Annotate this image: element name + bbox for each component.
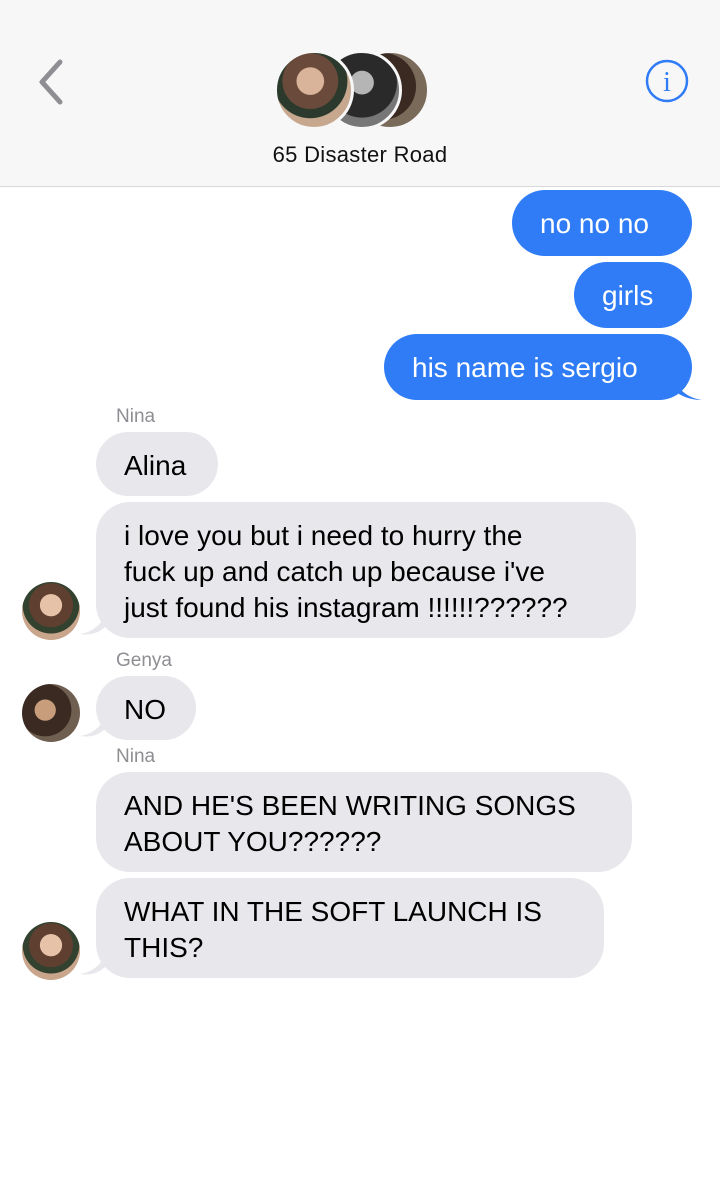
avatar[interactable] [22, 922, 80, 980]
info-button[interactable]: i [644, 58, 690, 104]
incoming-message[interactable]: Alina [96, 432, 218, 496]
back-button[interactable] [30, 56, 74, 108]
sender-name: Genya [116, 650, 172, 671]
avatar[interactable] [22, 684, 80, 742]
chevron-left-icon [39, 59, 63, 105]
conversation-title[interactable]: 65 Disaster Road [0, 142, 720, 168]
incoming-message[interactable]: i love you but i need to hurry the fuck … [96, 502, 636, 638]
sender-name: Nina [116, 406, 156, 427]
outgoing-message[interactable]: girls [574, 262, 692, 328]
incoming-message[interactable]: NO [96, 676, 196, 740]
incoming-bubble-tail [80, 614, 106, 635]
incoming-bubble-tail [80, 716, 106, 737]
avatar[interactable] [22, 582, 80, 640]
info-icon: i [645, 59, 689, 103]
group-avatar-1 [274, 50, 354, 130]
outgoing-message[interactable]: no no no [512, 190, 692, 256]
incoming-bubble-tail [80, 954, 106, 975]
sender-name: Nina [116, 746, 156, 767]
group-avatars[interactable] [274, 50, 434, 134]
conversation-header: 65 Disaster Road i [0, 0, 720, 187]
incoming-message[interactable]: WHAT IN THE SOFT LAUNCH IS THIS? [96, 878, 604, 978]
info-glyph: i [663, 67, 671, 98]
outgoing-bubble-tail [672, 376, 702, 400]
incoming-message[interactable]: AND HE'S BEEN WRITING SONGS ABOUT YOU???… [96, 772, 632, 872]
outgoing-message[interactable]: his name is sergio [384, 334, 692, 400]
